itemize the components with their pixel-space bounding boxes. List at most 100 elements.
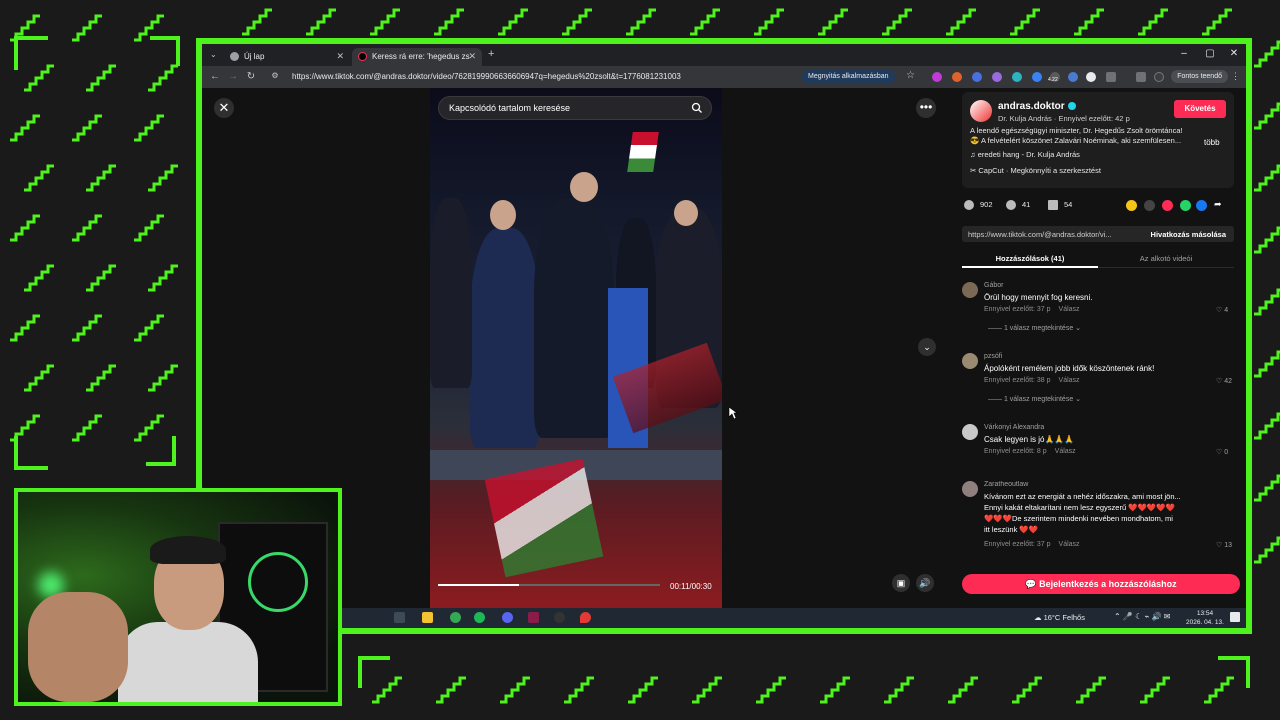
open-in-app-button[interactable]: Megnyitás alkalmazásban [802, 70, 895, 84]
open-in-app-label: Megnyitás alkalmazásban [808, 73, 889, 80]
view-replies-button[interactable]: —— 1 válasz megtekintése ⌄ [988, 395, 1081, 403]
facebook-icon[interactable] [1196, 200, 1207, 211]
video-player[interactable]: Kapcsolódó tartalom keresése 00:11/00:30 [430, 88, 722, 608]
share-arrow-icon[interactable]: ➦ [1214, 199, 1222, 210]
close-tab-icon[interactable]: ✕ [336, 51, 344, 62]
extension-icon[interactable] [1068, 72, 1078, 82]
close-window-button[interactable]: ✕ [1224, 48, 1244, 59]
search-icon[interactable] [691, 102, 703, 114]
video-progress-bar[interactable] [438, 584, 660, 586]
close-video-button[interactable]: ✕ [214, 98, 234, 118]
coin-icon[interactable] [1126, 200, 1137, 211]
forward-icon[interactable]: → [226, 71, 240, 82]
whatsapp-icon[interactable] [1180, 200, 1191, 211]
share-link-box[interactable]: https://www.tiktok.com/@andras.doktor/vi… [962, 226, 1234, 242]
tab-title: Új lap [244, 52, 265, 61]
bookmark-star-icon[interactable]: ☆ [906, 70, 915, 81]
embed-icon[interactable] [1144, 200, 1155, 211]
decorative-squiggle [72, 214, 102, 242]
extension-icon[interactable] [1012, 72, 1022, 82]
comment-user[interactable]: Zaratheoutlaw [984, 481, 1028, 488]
capcut-line[interactable]: ✂ CapCut · Megkönnyíti a szerkesztést [970, 166, 1101, 175]
tab-tiktok[interactable]: Keress rá erre: 'hegedus zs ✕ [352, 48, 482, 66]
maps-pin-icon[interactable] [580, 612, 591, 623]
task-view-icon[interactable] [394, 612, 405, 623]
comment-like[interactable]: ♡ 42 [1216, 377, 1232, 385]
tab-search-icon[interactable]: ⌄ [210, 50, 217, 59]
pip-icon[interactable]: ▣ [892, 574, 910, 592]
maximize-button[interactable]: ▢ [1200, 48, 1220, 59]
decorative-squiggle [626, 8, 656, 36]
chrome-icon[interactable] [450, 612, 461, 623]
puzzle-icon[interactable] [1106, 72, 1116, 82]
view-replies-button[interactable]: —— 1 válasz megtekintése ⌄ [988, 324, 1081, 332]
volume-icon[interactable]: 🔊 [916, 574, 934, 592]
reply-button[interactable]: Válasz [1059, 541, 1080, 548]
follow-button[interactable]: Követés [1174, 100, 1226, 118]
tab-creator-videos[interactable]: Az alkotó videói [1098, 254, 1234, 263]
comment-text: Örül hogy mennyit fog keresni. [984, 293, 1093, 302]
close-tab-icon[interactable]: ✕ [468, 51, 476, 62]
avatar[interactable] [962, 353, 978, 369]
author-avatar[interactable] [970, 100, 992, 122]
extension-icon[interactable] [1032, 72, 1042, 82]
minimize-button[interactable]: – [1174, 48, 1194, 59]
profile-icon[interactable] [1154, 72, 1164, 82]
avatar[interactable] [962, 282, 978, 298]
tab-new[interactable]: Új lap ✕ [224, 48, 350, 66]
comment-user[interactable]: Gábor [984, 282, 1003, 289]
obs-icon[interactable] [554, 612, 565, 623]
save-button[interactable]: 54 [1048, 200, 1072, 211]
x-icon[interactable] [1086, 72, 1096, 82]
comment-like[interactable]: ♡ 13 [1216, 541, 1232, 549]
more-options-button[interactable]: ••• [916, 98, 936, 118]
extension-icon[interactable] [952, 72, 962, 82]
decorative-squiggle [1076, 676, 1106, 704]
reply-button[interactable]: Válasz [1059, 377, 1080, 384]
author-username[interactable]: andras.doktor [998, 101, 1076, 112]
weather-widget[interactable]: ☁ 16°C Felhős [1034, 613, 1085, 622]
tab-comments[interactable]: Hozzászólások (41) [962, 254, 1098, 268]
important-todo-chip[interactable]: Fontos teendő [1171, 70, 1228, 83]
clock[interactable]: 13:54 2026. 04. 13. [1186, 609, 1224, 627]
site-info-icon[interactable]: ⚙ [268, 71, 282, 80]
system-tray-icons[interactable]: ⌃ 🎤 ☾ ⌁ 🔊 ✉ [1114, 612, 1170, 621]
hungarian-flag [484, 458, 604, 578]
more-link[interactable]: több [1204, 138, 1220, 147]
decorative-corner-bracket [358, 656, 390, 688]
comment-like[interactable]: ♡ 4 [1216, 306, 1228, 314]
url-field[interactable]: https://www.tiktok.com/@andras.doktor/vi… [292, 72, 681, 81]
comment-like[interactable]: ♡ 0 [1216, 448, 1228, 456]
extension-icon[interactable] [972, 72, 982, 82]
related-search-input[interactable]: Kapcsolódó tartalom keresése [438, 96, 712, 120]
new-tab-button[interactable]: + [488, 48, 494, 60]
like-button[interactable]: 902 [964, 200, 993, 211]
reply-button[interactable]: Válasz [1055, 448, 1076, 455]
decorative-squiggle [306, 8, 336, 36]
spotify-icon[interactable] [474, 612, 485, 623]
extension-icon[interactable] [992, 72, 1002, 82]
file-explorer-icon[interactable] [422, 612, 433, 623]
clock-date: 2026. 04. 13. [1186, 619, 1224, 626]
send-icon[interactable] [1162, 200, 1173, 211]
reload-icon[interactable]: ↻ [244, 71, 258, 82]
menu-dots-icon[interactable]: ⋮ [1231, 71, 1240, 82]
comment-button[interactable]: 41 [1006, 200, 1030, 211]
extension-icon[interactable] [932, 72, 942, 82]
comment-user[interactable]: pzsófi [984, 353, 1002, 360]
copy-link-button[interactable]: Hivatkozás másolása [1142, 226, 1234, 242]
notification-icon[interactable] [1230, 612, 1240, 622]
next-video-button[interactable]: ⌄ [918, 338, 936, 356]
decorative-squiggle [1254, 40, 1280, 68]
decorative-squiggle [818, 8, 848, 36]
app-icon[interactable] [528, 612, 539, 623]
login-to-comment-button[interactable]: 💬 Bejelentkezés a hozzászóláshoz [962, 574, 1240, 594]
back-icon[interactable]: ← [208, 71, 222, 82]
sound-line[interactable]: ♫ eredeti hang - Dr. Kulja András [970, 150, 1080, 159]
comment-user[interactable]: Várkonyi Alexandra [984, 424, 1044, 431]
sidebar-icon[interactable] [1136, 72, 1146, 82]
avatar[interactable] [962, 481, 978, 497]
reply-button[interactable]: Válasz [1059, 306, 1080, 313]
avatar[interactable] [962, 424, 978, 440]
discord-icon[interactable] [502, 612, 513, 623]
